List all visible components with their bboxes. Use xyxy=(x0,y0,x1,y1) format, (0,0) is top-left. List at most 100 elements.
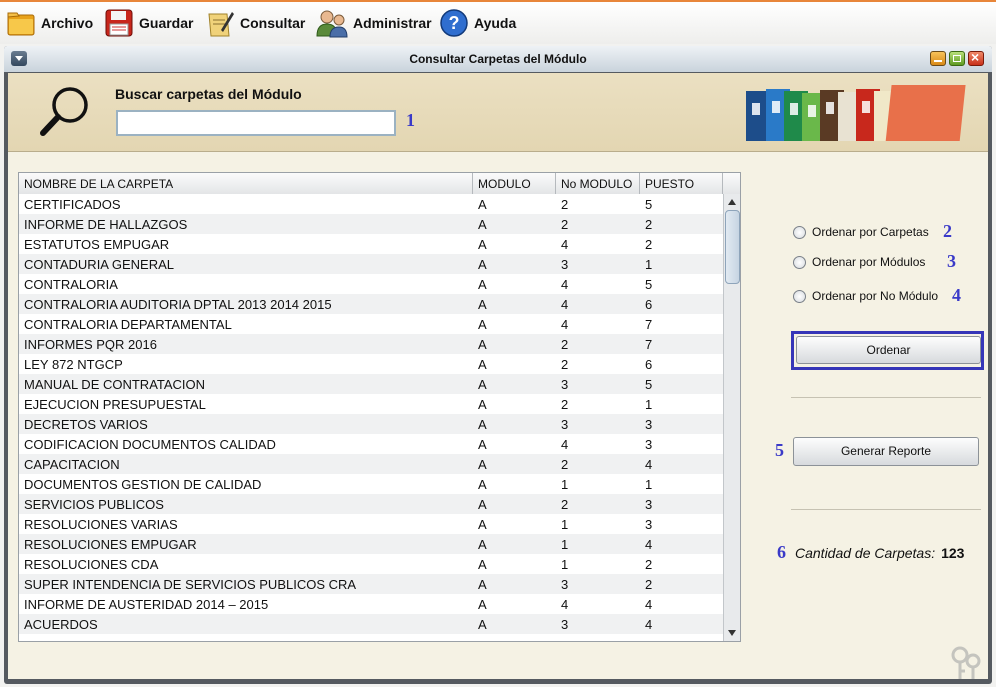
table-row[interactable]: LEY 872 NTGCP A 2 6 xyxy=(19,354,723,374)
cell-nombre: CONTADURIA GENERAL xyxy=(24,257,175,272)
table-row[interactable]: ACUERDOS A 3 4 xyxy=(19,614,723,634)
cell-modulo: A xyxy=(478,257,487,272)
close-icon[interactable] xyxy=(968,49,984,66)
scrollbar-thumb[interactable] xyxy=(725,210,740,284)
cell-modulo: A xyxy=(478,617,487,632)
table-row[interactable]: RESOLUCIONES CDA A 1 2 xyxy=(19,554,723,574)
ordenar-button[interactable]: Ordenar xyxy=(796,336,981,364)
cell-nombre: CONTRALORIA AUDITORIA DPTAL 2013 2014 20… xyxy=(24,297,332,312)
radio-label: Ordenar por No Módulo xyxy=(812,289,939,303)
radio-ordenar-modulos[interactable]: Ordenar por Módulos xyxy=(793,255,925,269)
cell-puesto: 5 xyxy=(645,377,653,392)
table-row[interactable]: SERVICIOS PUBLICOS A 2 3 xyxy=(19,494,723,514)
table-body: CERTIFICADOS A 2 5 INFORME DE HALLAZGOS A 2 2 ES… xyxy=(19,194,723,641)
table-row[interactable]: EJECUCION PRESUPUESTAL A 2 1 xyxy=(19,394,723,414)
folders-table[interactable]: NOMBRE DE LA CARPETA MODULO No MODULO PU… xyxy=(18,172,741,642)
table-row[interactable]: INFORME DE AUSTERIDAD 2014 – 2015 A 4 4 xyxy=(19,594,723,614)
cell-no-modulo: 4 xyxy=(561,437,569,452)
cell-no-modulo: 2 xyxy=(561,197,569,212)
marker-3: 3 xyxy=(947,251,956,271)
menu-guardar[interactable]: Guardar xyxy=(104,6,193,40)
table-row[interactable]: CONTRALORIA AUDITORIA DPTAL 2013 2014 20… xyxy=(19,294,723,314)
cell-modulo: A xyxy=(478,417,487,432)
cell-no-modulo: 4 xyxy=(561,317,569,332)
table-row[interactable]: RESOLUCIONES VARIAS A 1 3 xyxy=(19,514,723,534)
cell-modulo: A xyxy=(478,437,487,452)
table-row[interactable]: ESTATUTOS EMPUGAR A 4 2 xyxy=(19,234,723,254)
col-header-modulo[interactable]: MODULO xyxy=(478,177,531,191)
keys-icon xyxy=(951,646,981,679)
cell-modulo: A xyxy=(478,237,487,252)
window-titlebar[interactable]: Consultar Carpetas del Módulo xyxy=(4,46,992,72)
menu-guardar-label: Guardar xyxy=(139,15,194,31)
cell-no-modulo: 3 xyxy=(561,257,569,272)
cantidad-label: Cantidad de Carpetas: xyxy=(795,545,936,561)
search-title: Buscar carpetas del Módulo xyxy=(115,86,302,102)
table-row[interactable]: CAPACITACION A 2 4 xyxy=(19,454,723,474)
table-row[interactable]: CONTADURIA GENERAL A 3 1 xyxy=(19,254,723,274)
table-row[interactable]: MANUAL DE CONTRATACION A 3 5 xyxy=(19,374,723,394)
col-header-puesto[interactable]: PUESTO xyxy=(645,177,694,191)
radio-circle[interactable] xyxy=(793,289,806,303)
scroll-down-icon[interactable] xyxy=(728,630,736,636)
cell-modulo: A xyxy=(478,377,487,392)
help-icon: ? xyxy=(440,9,468,37)
cell-nombre: RESOLUCIONES EMPUGAR xyxy=(24,537,197,552)
table-row[interactable]: CODIFICACION DOCUMENTOS CALIDAD A 4 3 xyxy=(19,434,723,454)
menu-administrar[interactable]: Administrar xyxy=(316,6,432,40)
search-input[interactable] xyxy=(116,110,396,136)
cell-no-modulo: 2 xyxy=(561,457,569,472)
radio-ordenar-carpetas[interactable]: Ordenar por Carpetas xyxy=(793,225,929,239)
cell-modulo: A xyxy=(478,597,487,612)
generar-reporte-button[interactable]: Generar Reporte xyxy=(793,437,979,466)
search-panel: Buscar carpetas del Módulo 1 xyxy=(8,73,988,152)
radio-ordenar-no-modulo[interactable]: Ordenar por No Módulo xyxy=(793,289,938,303)
table-row[interactable]: CONTRALORIA A 4 5 xyxy=(19,274,723,294)
table-row[interactable]: DECRETOS VARIOS A 3 3 xyxy=(19,414,723,434)
cell-no-modulo: 1 xyxy=(561,557,569,572)
folder-icon xyxy=(7,12,35,36)
radio-label: Ordenar por Módulos xyxy=(812,255,926,269)
cell-nombre: DOCUMENTOS GESTION DE CALIDAD xyxy=(24,477,262,492)
cell-no-modulo: 3 xyxy=(561,377,569,392)
cell-puesto: 6 xyxy=(645,297,653,312)
maximize-icon[interactable] xyxy=(949,51,965,66)
table-row[interactable]: RESOLUCIONES EMPUGAR A 1 4 xyxy=(19,534,723,554)
scroll-up-icon[interactable] xyxy=(728,199,736,205)
radio-circle[interactable] xyxy=(793,255,806,269)
table-header: NOMBRE DE LA CARPETA MODULO No MODULO PU… xyxy=(19,173,740,195)
table-row[interactable]: INFORME DE HALLAZGOS A 2 2 xyxy=(19,214,723,234)
table-row[interactable]: INFORMES PQR 2016 A 2 7 xyxy=(19,334,723,354)
table-row[interactable]: CONTRALORIA DEPARTAMENTAL A 4 7 xyxy=(19,314,723,334)
cell-nombre: SUPER INTENDENCIA DE SERVICIOS PUBLICOS … xyxy=(24,577,357,592)
cell-modulo: A xyxy=(478,337,487,352)
cantidad-carpetas: Cantidad de Carpetas: 123 xyxy=(795,545,964,561)
cell-nombre: CODIFICACION DOCUMENTOS CALIDAD xyxy=(24,437,276,452)
cell-no-modulo: 4 xyxy=(561,277,569,292)
minimize-icon[interactable] xyxy=(930,51,946,66)
table-row[interactable]: DOCUMENTOS GESTION DE CALIDAD A 1 1 xyxy=(19,474,723,494)
table-row[interactable]: CERTIFICADOS A 2 5 xyxy=(19,194,723,214)
radio-circle[interactable] xyxy=(793,225,806,239)
cell-modulo: A xyxy=(478,457,487,472)
menu-archivo-label: Archivo xyxy=(41,15,94,31)
cell-modulo: A xyxy=(478,517,487,532)
col-header-no-modulo[interactable]: No MODULO xyxy=(561,177,632,191)
menu-administrar-label: Administrar xyxy=(353,15,432,31)
col-header-nombre[interactable]: NOMBRE DE LA CARPETA xyxy=(24,177,173,191)
cell-nombre: EJECUCION PRESUPUESTAL xyxy=(24,397,206,412)
cell-puesto: 4 xyxy=(645,457,653,472)
table-row[interactable]: SUPER INTENDENCIA DE SERVICIOS PUBLICOS … xyxy=(19,574,723,594)
cell-no-modulo: 1 xyxy=(561,477,569,492)
document-pen-icon xyxy=(208,12,234,37)
vertical-scrollbar[interactable] xyxy=(723,194,740,641)
menu-ayuda[interactable]: ? Ayuda xyxy=(439,6,516,40)
cell-modulo: A xyxy=(478,557,487,572)
menu-consultar[interactable]: Consultar xyxy=(205,6,305,40)
cell-modulo: A xyxy=(478,357,487,372)
cell-modulo: A xyxy=(478,297,487,312)
cell-no-modulo: 3 xyxy=(561,417,569,432)
menu-ayuda-label: Ayuda xyxy=(474,15,517,31)
cell-no-modulo: 1 xyxy=(561,537,569,552)
menu-archivo[interactable]: Archivo xyxy=(6,6,93,40)
